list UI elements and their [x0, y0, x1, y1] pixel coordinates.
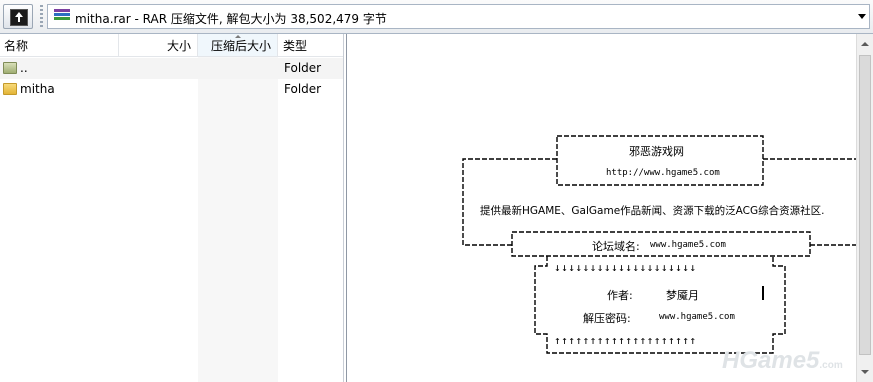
- column-name[interactable]: 名称: [0, 34, 119, 56]
- column-type[interactable]: 类型: [278, 34, 343, 56]
- toolbar-grip[interactable]: [40, 5, 43, 29]
- chevron-down-icon[interactable]: [858, 14, 866, 19]
- file-name: mitha: [20, 82, 55, 96]
- site-url: http://www.hgame5.com: [606, 168, 720, 178]
- file-type: Folder: [284, 61, 322, 75]
- file-row-mitha[interactable]: mitha Folder: [0, 79, 343, 100]
- site-watermark: HGame5.com: [722, 347, 843, 374]
- scroll-up-icon[interactable]: [861, 42, 869, 46]
- up-folder-icon: [10, 9, 28, 26]
- path-combobox[interactable]: mitha.rar - RAR 压缩文件, 解包大小为 38,502,479 字…: [47, 4, 870, 29]
- file-list: 名称 大小 压缩后大小 类型 .. Folder mitha Folder: [0, 34, 344, 382]
- author-name: 梦魇月: [666, 289, 699, 302]
- parent-folder-icon: [3, 62, 17, 74]
- forum-url: www.hgame5.com: [650, 240, 726, 250]
- password-label: 解压密码:: [583, 312, 631, 325]
- file-type: Folder: [284, 82, 322, 96]
- archive-comment-pane: 邪恶游戏网 http://www.hgame5.com 提供最新HGAME、Ga…: [346, 34, 857, 382]
- address-bar: mitha.rar - RAR 压缩文件, 解包大小为 38,502,479 字…: [0, 0, 873, 34]
- column-size[interactable]: 大小: [119, 34, 198, 56]
- up-arrows: ↑↑↑↑↑↑↑↑↑↑↑↑↑↑↑↑↑↑↑↑: [554, 334, 697, 347]
- scroll-down-icon[interactable]: [861, 370, 869, 374]
- scroll-thumb[interactable]: [859, 55, 871, 355]
- column-header: 名称 大小 压缩后大小 类型: [0, 34, 343, 57]
- site-name: 邪恶游戏网: [629, 145, 684, 158]
- rar-archive-icon: [54, 9, 70, 24]
- folder-icon: [3, 83, 17, 95]
- sorted-column-shade: [198, 57, 278, 382]
- up-folder-button[interactable]: [3, 4, 33, 29]
- site-slogan: 提供最新HGAME、GalGame作品新闻、资源下载的泛ACG综合资源社区.: [480, 205, 825, 217]
- archive-path-text: mitha.rar - RAR 压缩文件, 解包大小为 38,502,479 字…: [75, 12, 387, 26]
- file-name: ..: [20, 61, 28, 75]
- forum-label: 论坛域名:: [592, 240, 640, 253]
- password-value: www.hgame5.com: [659, 312, 735, 322]
- author-label: 作者:: [607, 289, 633, 302]
- file-row-parent[interactable]: .. Folder: [0, 58, 343, 79]
- comment-scrollbar[interactable]: [856, 34, 873, 382]
- sort-ascending-icon: [235, 35, 241, 38]
- down-arrows: ↓↓↓↓↓↓↓↓↓↓↓↓↓↓↓↓↓↓↓↓: [554, 261, 697, 274]
